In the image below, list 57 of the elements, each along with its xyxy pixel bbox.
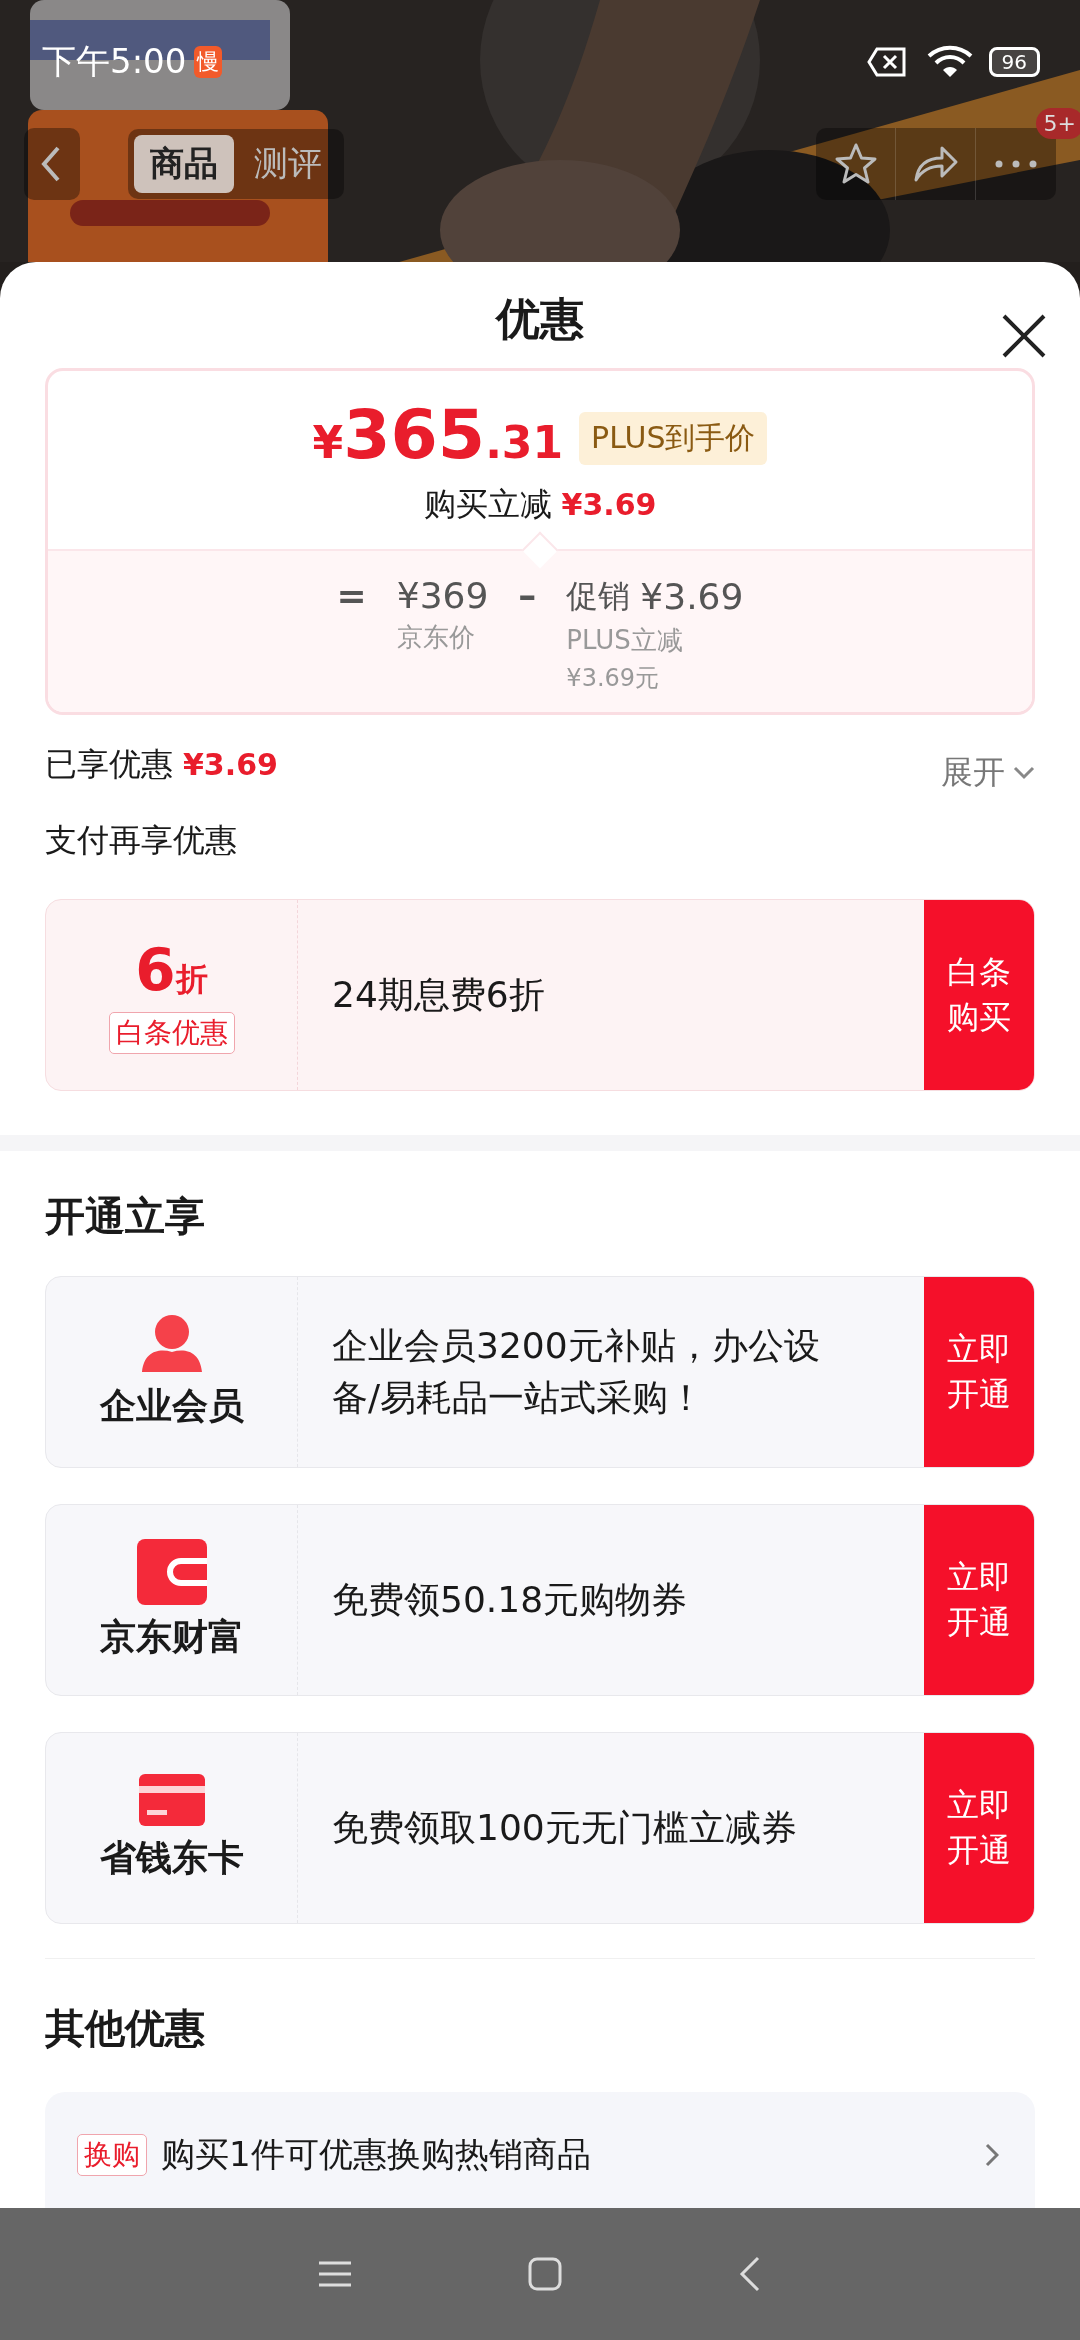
card-icon <box>138 1773 205 1826</box>
base-price: ¥369 <box>396 574 489 616</box>
expand-toggle[interactable]: 展开 <box>941 750 1035 795</box>
section-title: 开通立享 <box>45 1192 206 1241</box>
offer-text: 企业会员3200元补贴，办公设备/易耗品一站式采购！ <box>331 1323 821 1420</box>
promo-detail: PLUS立减 <box>566 623 684 657</box>
offer-button[interactable]: 立即开通 <box>924 1277 1034 1467</box>
chevron-right-icon <box>985 2143 999 2167</box>
battery-icon: 96 <box>988 47 1040 77</box>
sim-off-icon <box>866 47 907 77</box>
nav-tab[interactable]: 测评 <box>238 135 338 193</box>
offer-name: 省钱东卡 <box>99 1835 244 1880</box>
offer-text: 24期息费6折 <box>331 972 546 1017</box>
menu-icon <box>318 2261 351 2287</box>
base-price-label: 京东价 <box>396 620 476 654</box>
equals-sign: = <box>336 574 367 618</box>
offer-text: 购买1件可优惠换购热销商品 <box>161 2133 591 2176</box>
discount-label: 购买立减 <box>423 483 552 525</box>
offer-row[interactable]: 换购 购买1件可优惠换购热销商品 <box>45 2092 1035 2208</box>
discount-amount: ¥3.69 <box>561 486 657 522</box>
minus-sign: – <box>518 574 537 618</box>
offer-name: 京东财富 <box>99 1614 244 1659</box>
promo-detail-amount: ¥3.69元 <box>566 662 661 694</box>
sheet-title: 优惠 <box>496 292 584 347</box>
enjoyed-label: 已享优惠 <box>45 743 173 785</box>
section-title: 其他优惠 <box>45 2004 206 2053</box>
offer-button[interactable]: 立即开通 <box>924 1505 1034 1695</box>
back-button[interactable] <box>24 128 80 200</box>
back-nav-button[interactable] <box>739 2256 762 2292</box>
price-tag: PLUS到手价 <box>579 411 768 465</box>
offer-button[interactable]: 白条购买 <box>924 899 1034 1090</box>
discount-value: 6 <box>135 935 176 1004</box>
discount-unit: 折 <box>175 958 208 1000</box>
offer-text: 免费领50.18元购物券 <box>331 1577 689 1622</box>
wallet-icon <box>136 1538 207 1605</box>
enjoyed-amount: ¥3.69 <box>183 747 278 783</box>
promo-label: 促销 <box>566 575 631 617</box>
offer-tag: 换购 <box>77 2134 147 2176</box>
back-icon <box>739 2256 762 2292</box>
menu-button[interactable] <box>318 2261 351 2287</box>
offer-text: 免费领取100元无门槛立减券 <box>331 1805 798 1850</box>
home-button[interactable] <box>528 2257 562 2291</box>
offer-button[interactable]: 立即开通 <box>924 1733 1034 1923</box>
home-icon <box>528 2257 562 2291</box>
section-subtitle: 支付再享优惠 <box>45 819 238 861</box>
final-price: ¥365.31 <box>312 400 564 469</box>
offer-tag: 白条优惠 <box>108 1011 235 1054</box>
promo-amount: ¥3.69 <box>640 576 744 618</box>
nav-tab[interactable]: 商品 <box>134 135 234 193</box>
offer-name: 企业会员 <box>99 1383 244 1428</box>
wifi-icon <box>926 45 973 79</box>
more-icon <box>994 159 1038 169</box>
star-icon <box>833 142 878 186</box>
chevron-down-icon <box>1013 765 1035 780</box>
status-badge: 慢 <box>194 46 223 78</box>
person-icon <box>139 1313 204 1374</box>
status-time: 下午5:00 <box>42 40 187 83</box>
